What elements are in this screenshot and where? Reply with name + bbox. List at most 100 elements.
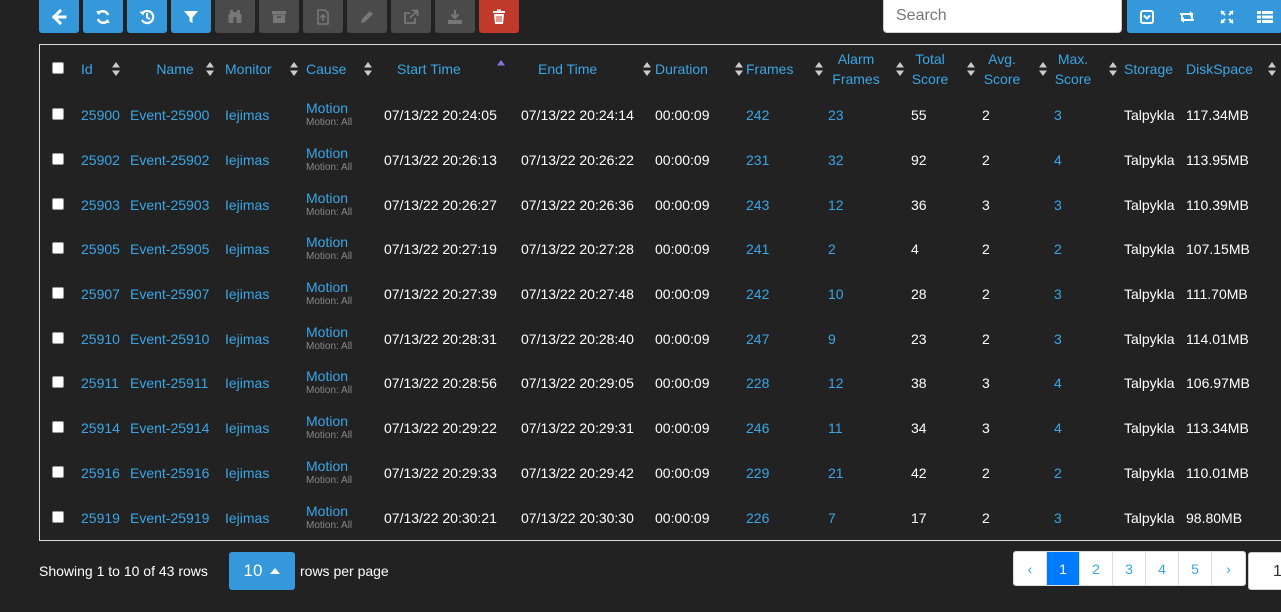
frames-link[interactable]: 228 [746, 375, 769, 391]
header-frames[interactable]: Frames [745, 45, 827, 93]
row-checkbox[interactable] [52, 421, 64, 434]
max-score-link[interactable]: 3 [1054, 107, 1062, 123]
frames-link[interactable]: 243 [746, 197, 769, 213]
event-name-link[interactable]: Event-25900 [130, 107, 209, 123]
edit-button[interactable] [347, 0, 387, 33]
alarm-frames-link[interactable]: 7 [828, 510, 836, 526]
header-diskspace[interactable]: DiskSpace [1186, 45, 1281, 93]
header-start-time[interactable]: Start Time [380, 45, 517, 93]
event-id-link[interactable]: 25905 [81, 241, 120, 257]
row-checkbox[interactable] [52, 197, 64, 210]
alarm-frames-link[interactable]: 11 [828, 420, 843, 436]
max-score-link[interactable]: 3 [1054, 331, 1062, 347]
alarm-frames-link[interactable]: 23 [828, 107, 844, 123]
delete-button[interactable] [479, 0, 519, 33]
alarm-frames-link[interactable]: 12 [828, 375, 844, 391]
page-prev-button[interactable]: ‹ [1014, 552, 1047, 585]
cause-link[interactable]: Motion [306, 100, 380, 116]
row-checkbox[interactable] [52, 510, 64, 523]
event-name-link[interactable]: Event-25916 [130, 465, 209, 481]
event-id-link[interactable]: 25900 [81, 107, 120, 123]
row-checkbox[interactable] [52, 331, 64, 344]
event-id-link[interactable]: 25903 [81, 197, 120, 213]
columns-button[interactable] [1247, 0, 1281, 33]
max-score-link[interactable]: 3 [1054, 510, 1062, 526]
page-1-button[interactable]: 1 [1047, 552, 1080, 585]
alarm-frames-link[interactable]: 9 [828, 331, 836, 347]
monitor-link[interactable]: Iejimas [225, 510, 269, 526]
max-score-link[interactable]: 2 [1054, 241, 1062, 257]
event-name-link[interactable]: Event-25902 [130, 152, 209, 168]
header-duration[interactable]: Duration [654, 45, 745, 93]
frames-link[interactable]: 226 [746, 510, 769, 526]
monitor-link[interactable]: Iejimas [225, 331, 269, 347]
event-id-link[interactable]: 25902 [81, 152, 120, 168]
event-id-link[interactable]: 25916 [81, 465, 120, 481]
monitor-link[interactable]: Iejimas [225, 465, 269, 481]
alarm-frames-link[interactable]: 32 [828, 152, 844, 168]
event-name-link[interactable]: Event-25907 [130, 286, 209, 302]
event-name-link[interactable]: Event-25919 [130, 510, 209, 526]
monitor-link[interactable]: Iejimas [225, 241, 269, 257]
alarm-frames-link[interactable]: 10 [828, 286, 844, 302]
row-checkbox[interactable] [52, 242, 64, 255]
download-button[interactable] [435, 0, 475, 33]
row-checkbox[interactable] [52, 108, 64, 121]
max-score-link[interactable]: 4 [1054, 375, 1062, 391]
page-2-button[interactable]: 2 [1080, 552, 1113, 585]
event-id-link[interactable]: 25907 [81, 286, 120, 302]
frames-link[interactable]: 242 [746, 286, 769, 302]
frames-link[interactable]: 242 [746, 107, 769, 123]
event-id-link[interactable]: 25910 [81, 331, 120, 347]
row-checkbox[interactable] [52, 376, 64, 389]
cause-link[interactable]: Motion [306, 413, 380, 429]
frames-link[interactable]: 231 [746, 152, 769, 168]
select-all-checkbox[interactable] [52, 62, 64, 74]
frames-link[interactable]: 247 [746, 331, 769, 347]
event-id-link[interactable]: 25914 [81, 420, 120, 436]
collapse-button[interactable] [1127, 0, 1167, 33]
monitor-link[interactable]: Iejimas [225, 152, 269, 168]
monitor-link[interactable]: Iejimas [225, 197, 269, 213]
open-external-button[interactable] [391, 0, 431, 33]
goto-page-input[interactable]: 1 [1248, 552, 1281, 590]
event-name-link[interactable]: Event-25910 [130, 331, 209, 347]
archive-button[interactable] [259, 0, 299, 33]
monitor-link[interactable]: Iejimas [225, 107, 269, 123]
export-button[interactable] [303, 0, 343, 33]
header-id[interactable]: Id [78, 45, 128, 93]
header-name[interactable]: Name [128, 45, 222, 93]
header-cause[interactable]: Cause [305, 45, 380, 93]
header-max-score[interactable]: Max. Score [1053, 45, 1124, 93]
cause-link[interactable]: Motion [306, 234, 380, 250]
header-total-score[interactable]: Total Score [910, 45, 981, 93]
search-input[interactable] [883, 0, 1122, 33]
event-id-link[interactable]: 25911 [81, 375, 119, 391]
row-checkbox[interactable] [52, 287, 64, 300]
max-score-link[interactable]: 2 [1054, 465, 1062, 481]
filter-button[interactable] [171, 0, 211, 33]
max-score-link[interactable]: 3 [1054, 197, 1062, 213]
view-history-button[interactable] [127, 0, 167, 33]
header-avg-score[interactable]: Avg. Score [981, 45, 1053, 93]
frames-link[interactable]: 246 [746, 420, 769, 436]
cause-link[interactable]: Motion [306, 190, 380, 206]
header-end-time[interactable]: End Time [517, 45, 654, 93]
back-button[interactable] [39, 0, 79, 33]
header-monitor[interactable]: Monitor [222, 45, 305, 93]
page-next-button[interactable]: › [1212, 552, 1245, 585]
event-id-link[interactable]: 25919 [81, 510, 120, 526]
event-name-link[interactable]: Event-25911 [130, 375, 208, 391]
event-name-link[interactable]: Event-25903 [130, 197, 209, 213]
page-size-dropdown[interactable]: 10 [229, 552, 295, 590]
cause-link[interactable]: Motion [306, 145, 380, 161]
fullscreen-button[interactable] [1207, 0, 1247, 33]
header-alarm-frames[interactable]: Alarm Frames [827, 45, 910, 93]
cause-link[interactable]: Motion [306, 324, 380, 340]
row-checkbox[interactable] [52, 465, 64, 478]
cause-link[interactable]: Motion [306, 368, 380, 384]
page-5-button[interactable]: 5 [1179, 552, 1212, 585]
monitor-link[interactable]: Iejimas [225, 286, 269, 302]
alarm-frames-link[interactable]: 12 [828, 197, 844, 213]
alarm-frames-link[interactable]: 21 [828, 465, 844, 481]
